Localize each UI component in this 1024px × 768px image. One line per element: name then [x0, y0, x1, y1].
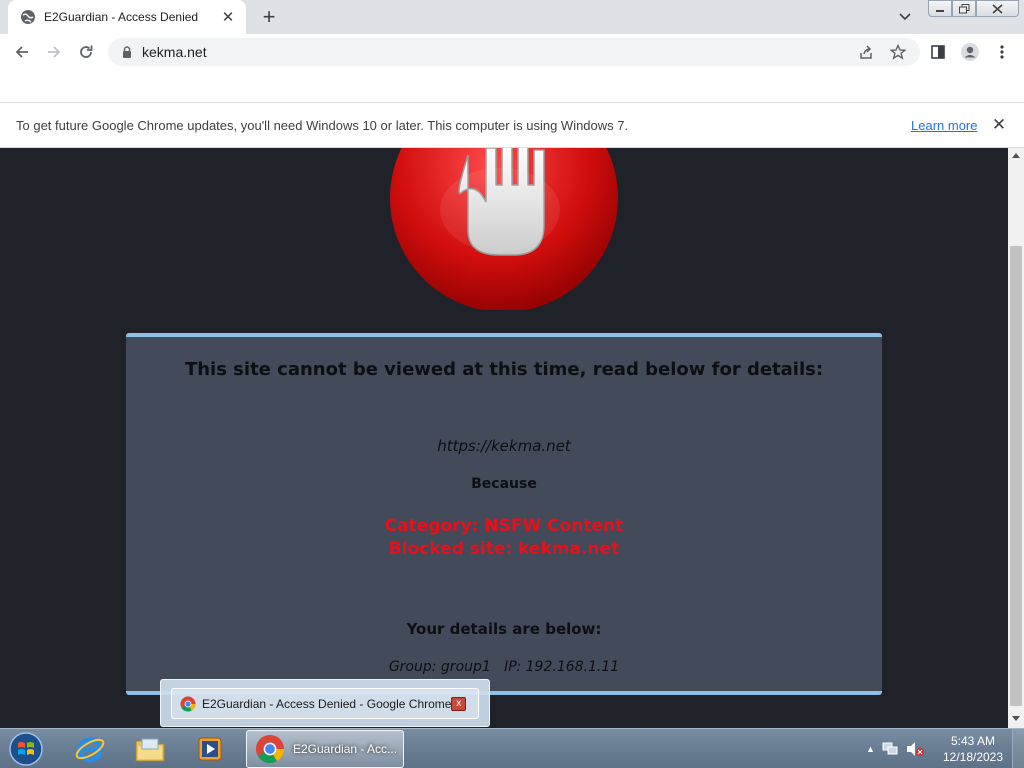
address-bar[interactable]: kekma.net [108, 38, 920, 66]
globe-icon [20, 9, 36, 25]
access-denied-panel: This site cannot be viewed at this time,… [126, 333, 882, 695]
denied-heading: This site cannot be viewed at this time,… [184, 359, 824, 380]
scroll-down-arrow-icon[interactable] [1012, 716, 1020, 721]
update-infobar: To get future Google Chrome updates, you… [0, 103, 1024, 148]
infobar-close-icon[interactable]: ✕ [990, 115, 1008, 134]
blocked-site: Blocked site: kekma.net [388, 539, 620, 559]
start-button[interactable] [6, 730, 46, 768]
side-panel-icon[interactable] [924, 38, 952, 66]
close-tab-icon[interactable]: ✕ [220, 9, 236, 26]
preview-window-item[interactable]: E2Guardian - Access Denied - Google Chro… [171, 688, 479, 719]
because-label: Because [471, 476, 537, 492]
tab-strip: E2Guardian - Access Denied ✕ + [0, 0, 1024, 34]
reload-icon[interactable] [72, 38, 100, 66]
internet-explorer-icon[interactable] [62, 731, 118, 767]
clock-date: 12/18/2023 [942, 750, 1004, 764]
windows-taskbar: E2Guardian - Acc... ▲ 5:43 AM 12/18/2023 [0, 728, 1024, 768]
bookmarks-area [0, 70, 1024, 103]
network-icon[interactable] [881, 741, 899, 757]
learn-more-link[interactable]: Learn more [911, 118, 977, 133]
taskbar-clock[interactable]: 5:43 AM 12/18/2023 [940, 733, 1006, 765]
show-hidden-icons-icon[interactable]: ▲ [866, 744, 875, 754]
page-viewport: This site cannot be viewed at this time,… [0, 148, 1008, 728]
volume-muted-icon[interactable] [905, 741, 925, 757]
infobar-message: To get future Google Chrome updates, you… [16, 118, 629, 133]
scroll-thumb[interactable] [1010, 246, 1022, 706]
restore-button[interactable] [952, 0, 976, 17]
file-explorer-icon[interactable] [122, 731, 178, 767]
share-icon[interactable] [852, 38, 880, 66]
vertical-scrollbar[interactable] [1008, 148, 1024, 728]
tab-title: E2Guardian - Access Denied [44, 10, 199, 24]
taskbar-chrome-button[interactable]: E2Guardian - Acc... [246, 730, 404, 768]
new-tab-button[interactable]: + [257, 4, 281, 29]
profile-icon[interactable] [956, 38, 984, 66]
taskbar-preview: E2Guardian - Access Denied - Google Chro… [160, 679, 490, 727]
browser-toolbar: kekma.net [0, 34, 1024, 70]
tab-search-icon[interactable] [893, 6, 917, 28]
taskbar-chrome-label: E2Guardian - Acc... [293, 742, 398, 756]
minimize-button[interactable] [928, 0, 952, 17]
url-text: kekma.net [142, 44, 207, 60]
show-desktop-button[interactable] [1012, 729, 1024, 768]
forward-icon[interactable] [40, 38, 68, 66]
tab-e2guardian[interactable]: E2Guardian - Access Denied ✕ [8, 0, 246, 34]
chrome-icon [180, 696, 196, 712]
media-player-icon[interactable] [182, 731, 238, 767]
user-details: Group: group1 IP: 192.168.1.11 [388, 659, 620, 675]
scroll-up-arrow-icon[interactable] [1012, 153, 1020, 158]
clock-time: 5:43 AM [950, 734, 996, 748]
block-category: Category: NSFW Content [384, 516, 624, 536]
menu-icon[interactable] [988, 38, 1016, 66]
close-window-button[interactable] [976, 0, 1019, 17]
stop-hand-icon [390, 148, 618, 310]
chrome-icon [255, 734, 285, 764]
bookmark-star-icon[interactable] [884, 38, 912, 66]
blocked-url: https://kekma.net [437, 437, 571, 455]
windows-logo-icon [9, 732, 43, 766]
system-tray: ▲ [866, 735, 925, 763]
preview-title: E2Guardian - Access Denied - Google Chro… [202, 696, 452, 711]
details-heading: Your details are below: [406, 620, 602, 638]
preview-close-icon[interactable]: x [451, 696, 466, 711]
back-icon[interactable] [8, 38, 36, 66]
lock-icon[interactable] [120, 45, 134, 59]
